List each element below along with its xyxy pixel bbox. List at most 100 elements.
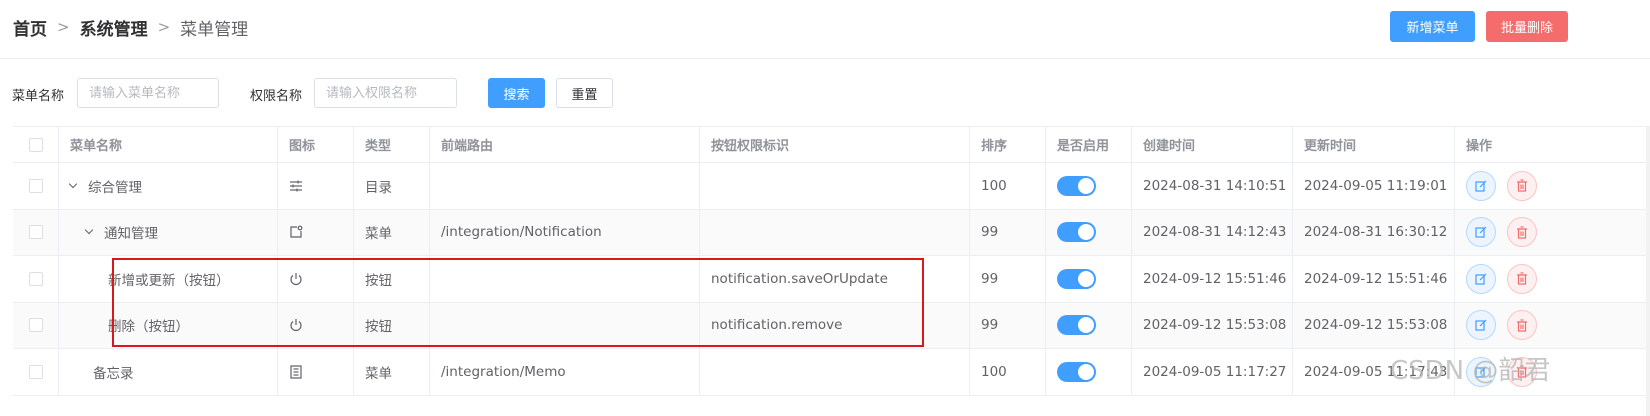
select-all-checkbox[interactable]	[28, 137, 43, 152]
menu-perm: notification.saveOrUpdate	[700, 256, 970, 302]
breadcrumb-home[interactable]: 首页	[13, 15, 47, 40]
edit-button[interactable]	[1466, 310, 1496, 341]
created-time: 2024-08-31 14:10:51	[1132, 163, 1293, 209]
edit-icon	[1475, 319, 1487, 331]
menu-table: 菜单名称 图标 类型 前端路由 按钮权限标识 排序 是否启用 创建时间 更新时间…	[13, 126, 1650, 396]
row-checkbox[interactable]	[28, 178, 43, 193]
menu-perm	[700, 349, 970, 395]
row-checkbox[interactable]	[28, 225, 43, 240]
edit-button[interactable]	[1466, 356, 1496, 387]
power-icon	[289, 272, 303, 286]
delete-button[interactable]	[1507, 310, 1537, 341]
column-header: 创建时间	[1132, 127, 1293, 162]
trash-icon	[1517, 365, 1527, 378]
menu-order: 100	[970, 349, 1046, 395]
column-header: 更新时间	[1293, 127, 1455, 162]
created-time: 2024-08-31 14:12:43	[1132, 209, 1293, 255]
add-menu-button[interactable]: 新增菜单	[1390, 11, 1475, 42]
table-row: 新增或更新（按钮） 按钮 notification.saveOrUpdate 9…	[13, 256, 1650, 303]
delete-button[interactable]	[1507, 217, 1537, 248]
column-header: 操作	[1466, 139, 1493, 154]
updated-time: 2024-09-05 11:19:01	[1293, 163, 1455, 209]
trash-icon	[1517, 179, 1527, 192]
column-header: 菜单名称	[59, 127, 278, 162]
menu-order: 99	[970, 256, 1046, 302]
menu-order: 100	[970, 163, 1046, 209]
created-time: 2024-09-12 15:53:08	[1132, 302, 1293, 348]
updated-time: 2024-09-12 15:53:08	[1293, 302, 1455, 348]
column-header: 前端路由	[430, 127, 700, 162]
table-row: 删除（按钮） 按钮 notification.remove 99 2024-09…	[13, 302, 1650, 349]
edit-icon	[1475, 273, 1487, 285]
enabled-switch[interactable]	[1057, 315, 1096, 336]
delete-button[interactable]	[1507, 356, 1537, 387]
table-header: 菜单名称 图标 类型 前端路由 按钮权限标识 排序 是否启用 创建时间 更新时间…	[13, 126, 1650, 163]
breadcrumb-system[interactable]: 系统管理	[80, 15, 148, 40]
menu-type: 菜单	[354, 349, 430, 395]
vertical-scrollbar[interactable]	[1646, 126, 1650, 416]
table-row: 通知管理 菜单 /integration/Notification 99 202…	[13, 209, 1650, 256]
trash-icon	[1517, 319, 1527, 332]
menu-name-label: 菜单名称	[12, 89, 65, 104]
search-button[interactable]: 搜索	[488, 78, 545, 108]
menu-type: 按钮	[354, 302, 430, 348]
breadcrumb-separator-icon: >	[157, 18, 171, 36]
menu-name: 备忘录	[93, 365, 134, 382]
menu-perm	[700, 163, 970, 209]
batch-delete-button[interactable]: 批量删除	[1486, 11, 1568, 42]
expand-chevron-icon[interactable]	[68, 179, 78, 188]
menu-route	[430, 256, 700, 302]
updated-time: 2024-09-05 11:17:43	[1293, 349, 1455, 395]
edit-icon	[1475, 180, 1487, 192]
perm-name-label: 权限名称	[250, 89, 303, 104]
document-icon	[289, 365, 303, 379]
row-checkbox[interactable]	[28, 271, 43, 286]
notification-icon	[289, 225, 303, 239]
breadcrumb: 首页 > 系统管理 > 菜单管理	[13, 14, 248, 40]
menu-route	[430, 163, 700, 209]
menu-type: 目录	[354, 163, 430, 209]
delete-button[interactable]	[1507, 170, 1537, 201]
trash-icon	[1517, 226, 1527, 239]
enabled-switch[interactable]	[1057, 268, 1096, 289]
edit-button[interactable]	[1466, 170, 1496, 201]
menu-type: 按钮	[354, 256, 430, 302]
trash-icon	[1517, 272, 1527, 285]
menu-perm	[700, 209, 970, 255]
breadcrumb-current: 菜单管理	[180, 19, 249, 40]
created-time: 2024-09-12 15:51:46	[1132, 256, 1293, 302]
row-checkbox[interactable]	[28, 318, 43, 333]
menu-route	[430, 302, 700, 348]
enabled-switch[interactable]	[1057, 175, 1096, 196]
edit-button[interactable]	[1466, 217, 1496, 248]
column-header: 按钮权限标识	[700, 127, 970, 162]
menu-order: 99	[970, 209, 1046, 255]
reset-button[interactable]: 重置	[556, 78, 613, 108]
menu-perm: notification.remove	[700, 302, 970, 348]
updated-time: 2024-09-12 15:51:46	[1293, 256, 1455, 302]
updated-time: 2024-08-31 16:30:12	[1293, 209, 1455, 255]
created-time: 2024-09-05 11:17:27	[1132, 349, 1293, 395]
row-checkbox[interactable]	[28, 364, 43, 379]
menu-type: 菜单	[354, 209, 430, 255]
edit-button[interactable]	[1466, 263, 1496, 294]
menu-route: /integration/Notification	[430, 209, 700, 255]
table-row: 综合管理 目录 100 2024-08-31 14:10:51 2024-09-…	[13, 163, 1650, 210]
menu-name: 通知管理	[104, 226, 158, 243]
menu-route: /integration/Memo	[430, 349, 700, 395]
delete-button[interactable]	[1507, 263, 1537, 294]
enabled-switch[interactable]	[1057, 361, 1096, 382]
column-header: 排序	[970, 127, 1046, 162]
sliders-icon	[289, 179, 303, 193]
power-icon	[289, 318, 303, 332]
edit-icon	[1475, 366, 1487, 378]
menu-name: 删除（按钮）	[108, 319, 189, 336]
perm-name-input[interactable]	[314, 78, 457, 108]
menu-name-input[interactable]	[77, 78, 219, 108]
enabled-switch[interactable]	[1057, 222, 1096, 243]
menu-name: 新增或更新（按钮）	[108, 272, 230, 289]
edit-icon	[1475, 226, 1487, 238]
expand-chevron-icon[interactable]	[84, 226, 94, 235]
column-header: 图标	[278, 127, 354, 162]
breadcrumb-separator-icon: >	[57, 18, 70, 36]
